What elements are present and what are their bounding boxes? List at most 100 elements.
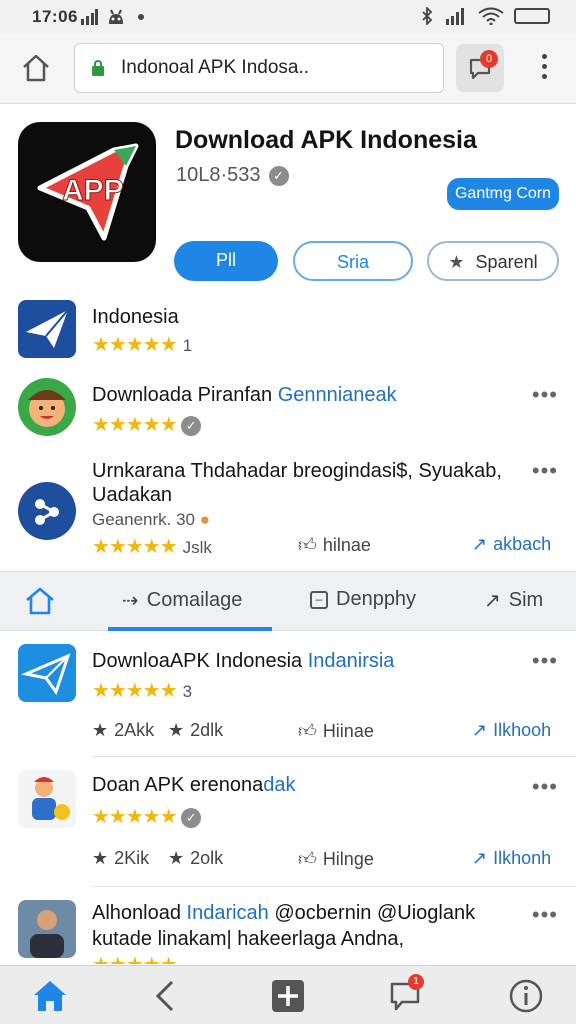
list-item-title: DownloaAPK Indonesia Indanirsia — [92, 650, 395, 672]
rating-stars: ★★★★★ ✓ — [92, 412, 202, 437]
list-item[interactable]: Doan APK erenonadak ★★★★★ ✓ ★ 2Kik ★ 2olk … — [0, 766, 576, 882]
tab-sim[interactable]: ↗ Sim — [484, 588, 543, 613]
list-item-title: Alhonload Indaricah @ocbernin @Uioglank — [92, 902, 476, 924]
stat-1: ★ 2Akk — [92, 720, 155, 740]
app-icon: APP — [18, 122, 156, 262]
verified-icon: ✓ — [268, 165, 289, 186]
rating-stars: ★★★★★ 3 — [92, 680, 193, 702]
app-logo-icon: APP — [37, 143, 139, 241]
rating-stars: ★★★★★ 1 — [92, 334, 193, 356]
worker-avatar — [18, 770, 76, 828]
category-badge[interactable]: Gantmg Corn — [447, 178, 559, 210]
more-options-icon[interactable]: ••• — [532, 648, 558, 674]
more-options-icon[interactable]: ••• — [532, 902, 558, 928]
star-action-button[interactable]: ★ Sparenl — [427, 241, 559, 281]
share-button[interactable]: ↗ Ilkhooh — [472, 720, 551, 741]
tab-comailage[interactable]: ⇢ Comailage — [122, 588, 242, 613]
info-icon[interactable] — [508, 978, 544, 1014]
tab-denpphy[interactable]: – Denpphy — [310, 588, 416, 611]
thumbs-up-icon: 👍︎ — [298, 721, 317, 741]
tab-home-icon[interactable] — [24, 586, 56, 616]
list-item-title-line2: kutade linakam| hakeerlaga Andna, — [92, 928, 405, 950]
secondary-action-button[interactable]: Sria — [293, 241, 413, 281]
notifications-button[interactable]: 0 — [456, 44, 504, 92]
tab-bar: ⇢ Comailage – Denpphy ↗ Sim — [0, 571, 576, 631]
status-bar: 17:06 — [0, 0, 576, 34]
share-arrow-icon: ↗ — [472, 720, 488, 740]
battery-icon — [514, 8, 550, 24]
divider — [92, 756, 576, 757]
url-text: Indonoal APK Indosa.. — [121, 57, 310, 78]
signal-icon — [81, 9, 98, 25]
list-item[interactable]: DownloaAPK Indonesia Indanirsia ★★★★★ 3 ★… — [0, 640, 576, 752]
star-outline-icon: ★ — [92, 848, 109, 868]
star-outline-icon: ★ — [168, 720, 185, 740]
list-item-title: Downloada Piranfan Gennnianeak — [92, 384, 397, 406]
rating-stars: ★★★★★ Jslk — [92, 536, 212, 558]
stat-2: ★ 2olk — [168, 848, 224, 868]
active-tab-indicator — [108, 627, 272, 631]
add-icon[interactable] — [270, 978, 306, 1014]
app-subtitle: 10L8·533 ✓ — [176, 164, 289, 187]
thumbs-up-icon: 👍︎ — [298, 535, 317, 555]
thumbs-up-icon: 👍︎ — [298, 849, 317, 869]
minus-box-icon: – — [310, 590, 328, 609]
home-icon[interactable] — [32, 978, 68, 1014]
list-item[interactable]: Indonesia ★★★★★ 1 — [0, 298, 576, 360]
overflow-menu-icon[interactable] — [536, 54, 552, 84]
medal-icon: ● — [199, 510, 211, 529]
star-outline-icon: ★ — [92, 720, 109, 740]
share-button[interactable]: ↗ Ilkhonh — [472, 848, 551, 869]
home-icon[interactable] — [20, 52, 52, 84]
more-options-icon[interactable]: ••• — [532, 774, 558, 800]
svg-text:APP: APP — [62, 174, 124, 207]
browser-toolbar: Indonoal APK Indosa.. 0 — [0, 34, 576, 104]
list-item-title-line2: Uadakan — [92, 484, 173, 506]
like-button[interactable]: 👍︎ Hilnge — [298, 848, 374, 870]
forward-icon: ⇢ — [122, 590, 139, 612]
like-button[interactable]: 👍︎ hilnae — [298, 534, 371, 556]
share-icon: ↗ — [484, 590, 501, 612]
android-icon — [109, 9, 123, 24]
app-meta: 10L8·533 — [176, 164, 261, 186]
person-avatar — [18, 900, 76, 958]
list-item-title: Doan APK erenonadak — [92, 774, 296, 796]
star-outline-icon: ★ — [168, 848, 185, 868]
list-item[interactable]: Alhonload Indaricah @ocbernin @Uioglank … — [0, 896, 576, 964]
back-icon[interactable] — [148, 978, 184, 1014]
mobile-signal-icon — [446, 8, 464, 25]
share-arrow-icon: ↗ — [472, 534, 488, 554]
share-button[interactable]: ↗ akbach — [472, 534, 551, 555]
list-item-meta: Geanenrk. 30 ● — [92, 510, 211, 529]
divider — [92, 886, 576, 887]
lock-icon — [92, 60, 104, 76]
share-arrow-icon: ↗ — [472, 848, 488, 868]
verified-icon: ✓ — [181, 415, 202, 436]
rating-stars: ★★★★★ — [92, 952, 178, 964]
bluetooth-icon — [422, 7, 433, 25]
notification-badge: 0 — [480, 50, 498, 68]
like-button[interactable]: 👍︎ Hiinae — [298, 720, 374, 742]
paper-plane-icon — [18, 644, 76, 702]
url-bar[interactable]: Indonoal APK Indosa.. — [74, 43, 444, 93]
list-item-title: Urnkarana Thdahadar breogindasi$, Syuaka… — [92, 460, 502, 482]
star-icon: ★ — [448, 252, 465, 272]
app-title: Download APK Indonesia — [175, 126, 477, 154]
more-options-icon[interactable]: ••• — [532, 382, 558, 408]
status-time: 17:06 — [32, 7, 78, 26]
bottom-navigation: 1 — [0, 965, 576, 1024]
star-button-label: Sparenl — [475, 252, 538, 272]
wifi-icon — [478, 7, 504, 25]
verified-icon: ✓ — [181, 807, 202, 828]
avatar — [18, 378, 76, 436]
more-options-icon[interactable]: ••• — [532, 458, 558, 484]
status-right — [420, 7, 550, 25]
primary-action-button[interactable]: Pll — [174, 241, 278, 281]
share-network-icon — [18, 482, 76, 540]
notification-dot — [138, 14, 144, 20]
list-item[interactable]: Urnkarana Thdahadar breogindasi$, Syuaka… — [0, 456, 576, 562]
messages-button[interactable]: 1 — [388, 974, 424, 1014]
paper-plane-icon — [18, 300, 76, 358]
list-item[interactable]: Downloada Piranfan Gennnianeak ★★★★★ ✓ •… — [0, 376, 576, 440]
messages-badge: 1 — [408, 974, 424, 990]
